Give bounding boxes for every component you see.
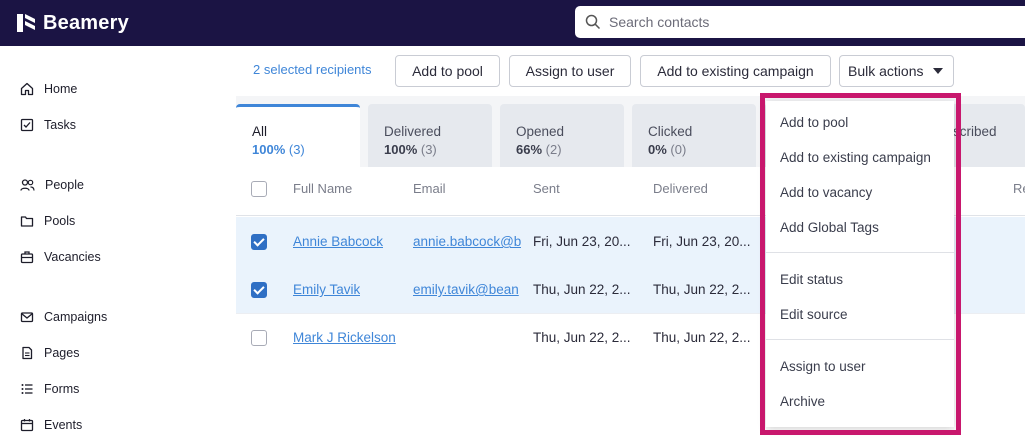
tab-count: 0% (0) [648,142,687,157]
menu-item-edit-status[interactable]: Edit status [780,272,843,287]
menu-item-add-to-existing-campaign[interactable]: Add to existing campaign [780,150,931,165]
search-bar[interactable] [575,6,1025,38]
row-checkbox[interactable] [251,330,267,346]
menu-item-archive[interactable]: Archive [780,394,825,409]
delivered-date: Thu, Jun 22, 2... [653,330,751,345]
tab-label: All [252,124,268,139]
sidebar-item-label: Campaigns [44,310,108,324]
sidebar-item-tasks[interactable]: Tasks [20,115,76,135]
select-all-checkbox[interactable] [251,181,267,197]
contact-name-link[interactable]: Emily Tavik [293,282,360,297]
sidebar-item-events[interactable]: Events [20,415,82,435]
home-icon [20,82,34,96]
add-to-pool-button[interactable]: Add to pool [395,55,500,87]
bulk-actions-label: Bulk actions [848,63,924,79]
sidebar-item-label: Forms [44,382,80,396]
contact-email-link[interactable]: annie.babcock@b [413,234,521,249]
tab-count: 100% (3) [384,142,437,157]
sent-date: Thu, Jun 22, 2... [533,282,631,297]
app-name: Beamery [43,11,129,34]
menu-item-add-to-vacancy[interactable]: Add to vacancy [780,185,872,200]
sidebar-item-label: Vacancies [44,250,101,264]
search-icon [585,14,601,30]
bulk-actions-button[interactable]: Bulk actions [839,55,954,87]
delivered-date: Fri, Jun 23, 20... [653,234,751,249]
calendar-icon [20,419,34,432]
sidebar-item-label: Pages [44,346,80,360]
sent-date: Thu, Jun 22, 2... [533,330,631,345]
column-header-email[interactable]: Email [413,181,446,196]
sidebar-item-label: Events [44,418,83,432]
column-header-partial[interactable]: Re [1013,181,1025,196]
bulk-actions-menu: Add to pool Add to existing campaign Add… [766,101,954,427]
contact-name-link[interactable]: Annie Babcock [293,234,383,249]
tab-label: Opened [516,124,565,139]
assign-to-user-button[interactable]: Assign to user [509,55,631,87]
chevron-down-icon [933,68,944,74]
sidebar-item-vacancies[interactable]: Vacancies [20,247,101,267]
mail-icon [20,312,34,323]
sidebar-item-pools[interactable]: Pools [20,211,75,231]
menu-item-add-to-pool[interactable]: Add to pool [780,115,848,130]
list-icon [21,384,33,394]
tab-label: Clicked [648,124,693,139]
contact-email-link[interactable]: emily.tavik@bean [413,282,521,297]
selected-recipients-count: 2 selected recipients [253,62,372,77]
search-input[interactable] [609,14,989,30]
column-header-delivered[interactable]: Delivered [653,181,708,196]
tasks-icon [20,118,34,132]
column-header-sent[interactable]: Sent [533,181,560,196]
sidebar-item-home[interactable]: Home [20,79,77,99]
menu-item-add-global-tags[interactable]: Add Global Tags [780,220,879,235]
tab-count: 66% (2) [516,142,562,157]
delivered-date: Thu, Jun 22, 2... [653,282,751,297]
add-to-existing-campaign-button[interactable]: Add to existing campaign [640,55,831,87]
tab-count: 100% (3) [252,142,305,157]
tab-delivered[interactable]: Delivered 100% (3) [368,104,492,167]
tab-all[interactable]: All 100% (3) [236,104,360,167]
menu-item-edit-source[interactable]: Edit source [780,307,848,322]
tab-clicked[interactable]: Clicked 0% (0) [632,104,756,167]
row-checkbox[interactable] [251,282,267,298]
sidebar-item-people[interactable]: People [20,175,84,195]
sidebar-item-label: Tasks [44,118,76,132]
sidebar-item-pages[interactable]: Pages [20,343,79,363]
tab-opened[interactable]: Opened 66% (2) [500,104,624,167]
contact-name-link[interactable]: Mark J Rickelson [293,330,396,345]
people-icon [20,179,35,191]
sidebar-item-campaigns[interactable]: Campaigns [20,307,107,327]
tab-label: Delivered [384,124,442,139]
page-icon [22,346,33,360]
beamery-logo[interactable]: Beamery [15,10,129,36]
beamery-logo-icon [17,14,35,32]
sidebar-item-forms[interactable]: Forms [20,379,79,399]
sidebar-item-label: Home [44,82,78,96]
menu-item-assign-to-user[interactable]: Assign to user [780,359,866,374]
column-header-full-name[interactable]: Full Name [293,181,352,196]
briefcase-icon [20,251,34,264]
menu-divider [766,252,954,253]
menu-divider [766,339,954,340]
sidebar-item-label: People [45,178,84,192]
top-bar: Beamery [0,0,1025,46]
folder-icon [20,216,34,227]
row-checkbox[interactable] [251,234,267,250]
sidebar-item-label: Pools [44,214,76,228]
tab-label-partial: scribed [953,124,997,139]
sent-date: Fri, Jun 23, 20... [533,234,631,249]
